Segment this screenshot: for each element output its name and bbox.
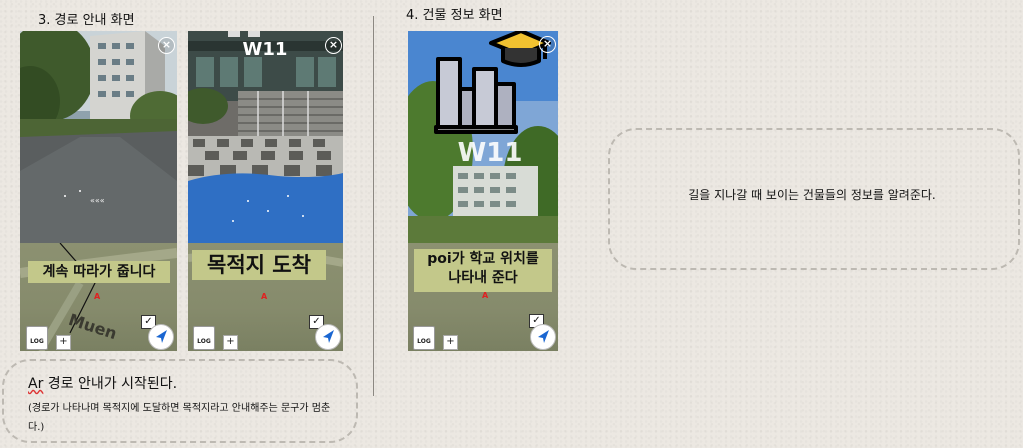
current-location-pin-icon: A <box>261 292 268 301</box>
add-button[interactable]: + <box>223 335 238 350</box>
ar-camera-view: ««« <box>20 31 177 243</box>
close-icon[interactable]: × <box>158 37 175 54</box>
banner-line-1: poi가 학교 위치를 <box>427 251 539 267</box>
guidance-banner: 계속 따라가 줍니다 <box>28 261 170 283</box>
log-file-icon[interactable]: LOG <box>413 326 435 350</box>
building-info-section-title: 4. 건물 정보 화면 <box>406 8 503 23</box>
log-file-icon[interactable]: LOG <box>26 326 48 350</box>
phone-screenshot-destination-arrived: W11 목적지 도착 A × LOG + ✓ <box>188 31 343 351</box>
navigation-arrow-icon[interactable] <box>148 324 174 350</box>
navigation-arrow-icon[interactable] <box>530 324 556 350</box>
section-divider <box>373 16 374 396</box>
navigation-arrow-icon[interactable] <box>315 324 341 350</box>
route-caption-main-text: 경로 안내가 시작된다. <box>43 376 178 392</box>
close-icon[interactable]: × <box>539 36 556 53</box>
ar-camera-view: W11 <box>188 31 343 243</box>
school-building-icon <box>434 31 551 134</box>
phone-screenshot-route-following: ««« Muen 계속 따라가 줍니다 A × LOG + ✓ <box>20 31 177 351</box>
close-icon[interactable]: × <box>325 37 342 54</box>
route-caption-sub: (경로가 나타나며 목적지에 도달하면 목적지라고 안내해주는 문구가 멈춘다.… <box>28 403 331 433</box>
add-button[interactable]: + <box>443 335 458 350</box>
phone-screenshot-building-info: W11 poi가 학교 위치를 나타내 준다 A × LOG + ✓ <box>408 31 558 351</box>
current-location-pin-icon: A <box>94 292 101 301</box>
route-caption-ar: Ar <box>28 376 44 392</box>
route-caption-main: Ar 경로 안내가 시작된다. <box>28 373 177 393</box>
guidance-banner: poi가 학교 위치를 나타내 준다 <box>414 249 552 292</box>
ar-camera-view: W11 <box>408 31 558 243</box>
add-button[interactable]: + <box>56 335 71 350</box>
building-sign-w11: W11 <box>458 138 523 168</box>
svg-text:«««: ««« <box>90 196 105 205</box>
route-guide-section-title: 3. 경로 안내 화면 <box>38 13 135 28</box>
guidance-banner: 목적지 도착 <box>192 250 326 280</box>
building-caption: 길을 지나갈 때 보이는 건물들의 정보를 알려준다. <box>688 188 936 202</box>
current-location-pin-icon: A <box>482 291 489 300</box>
building-sign-w11: W11 <box>243 39 288 60</box>
banner-line-2: 나타내 준다 <box>448 270 518 286</box>
log-file-icon[interactable]: LOG <box>193 326 215 350</box>
